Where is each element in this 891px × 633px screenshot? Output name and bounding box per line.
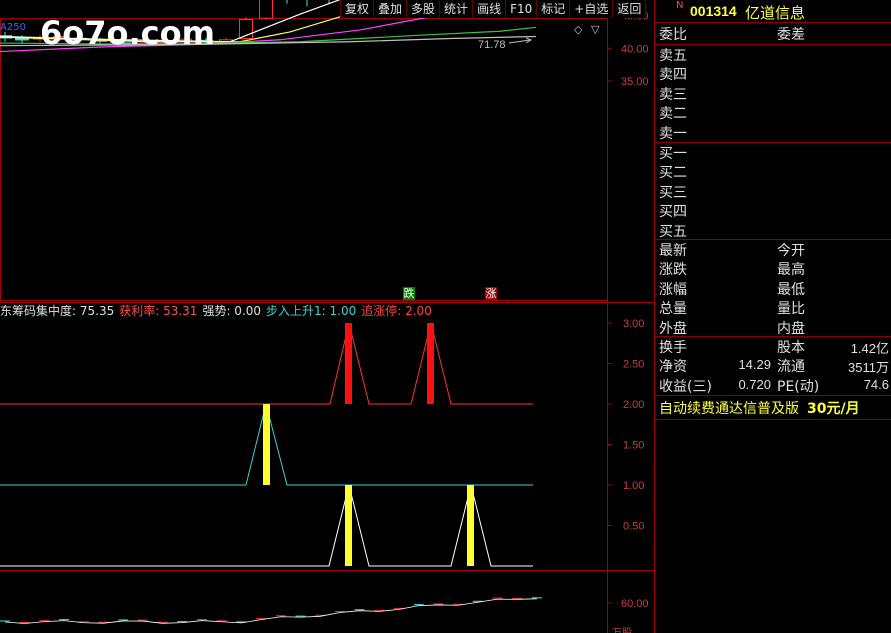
indicator-tick: 1.00 [623, 480, 644, 492]
strength-line [0, 484, 533, 567]
up-marker: 涨 [485, 287, 497, 300]
candle [259, 0, 273, 21]
toolbar-btn-8[interactable]: 返回 [612, 0, 647, 18]
indicator-axis: 3.00 2.50 2.00 1.50 1.00 0.50 [607, 318, 644, 533]
candle [286, 0, 288, 4]
buy-level: 买三 [659, 184, 687, 201]
quote-label: 今开 [777, 243, 805, 259]
toolbar-btn-7[interactable]: +自选 [569, 0, 614, 18]
buy-level: 买一 [659, 146, 687, 162]
buy-level: 买四 [659, 204, 687, 221]
indicator-tick: 0.50 [623, 521, 644, 533]
peak-price-label: 71.78 [478, 39, 506, 51]
ma-label: A250 [0, 22, 26, 33]
indicator-tick: 1.50 [623, 440, 644, 452]
finance-label: 流通 [777, 359, 805, 376]
order-diff-label: 委差 [777, 27, 805, 43]
indicator-item: 筹码集中度: 75.35 [12, 304, 115, 318]
finance-value: 1.42亿 [850, 341, 889, 356]
stock-name: 亿道信息 [745, 4, 806, 22]
sell-level: 卖五 [659, 48, 687, 64]
indicator-item: 步入上升1: 1.00 [266, 304, 357, 318]
sell-level: 卖一 [659, 125, 687, 142]
sell-level: 卖二 [659, 106, 687, 123]
volume-unit: 万股 [612, 624, 632, 633]
toolbar-btn-1[interactable]: 叠加 [373, 0, 408, 18]
finance-value: 74.6 [863, 376, 889, 392]
quote-label: 总量 [659, 301, 687, 318]
sell-level: 卖三 [659, 86, 687, 103]
sell-level: 卖四 [659, 67, 687, 84]
toolbar-btn-4[interactable]: 画线 [472, 0, 507, 18]
order-ratio-label: 委比 [659, 27, 687, 43]
toolbar-btn-2[interactable]: 多股 [406, 0, 441, 18]
indicator-item: 追涨停: 2.00 [361, 304, 432, 318]
quote-label: 内盘 [777, 320, 805, 337]
quote-label: 量比 [777, 301, 805, 318]
finance-label: 净资 [659, 359, 687, 376]
indicator-lines [0, 322, 533, 567]
quote-label: 最新 [659, 243, 687, 259]
toolbar-btn-5[interactable]: F10 [505, 0, 538, 18]
volume-axis: 60.00 [607, 598, 649, 610]
price-tick: 40.00 [621, 43, 649, 55]
dropdown-icon[interactable]: ▽ [591, 23, 600, 36]
uptrend-bar [263, 404, 270, 485]
mini-line [4, 598, 537, 624]
diamond-icon[interactable]: ◇ [574, 23, 583, 36]
new-flag: N [676, 0, 684, 11]
finance-value: 14.29 [738, 357, 771, 373]
finance-label: 换手 [659, 340, 687, 356]
promo-text[interactable]: 自动续费通达信普及版 30元/月 [659, 398, 860, 418]
strength-bar [345, 485, 352, 566]
quote-label: 涨跌 [659, 262, 687, 279]
price-panel-frame [0, 18, 608, 301]
indicator-tick: 3.00 [623, 318, 644, 330]
toolbar-btn-6[interactable]: 标记 [536, 0, 571, 18]
indicator-legend: 东筹码集中度: 75.35 获利率: 53.31 强势: 0.00 步入上升1: 1.… [0, 304, 432, 318]
quote-label: 最高 [777, 262, 805, 279]
indicator-tick: 2.50 [623, 359, 644, 371]
indicator-item: 强势: 0.00 [202, 304, 262, 318]
down-marker: 跌 [403, 287, 415, 300]
quote-label: 涨幅 [659, 281, 687, 298]
indicator-tick: 2.00 [623, 399, 644, 411]
quote-label: 最低 [777, 281, 805, 298]
limit-chase-bar [427, 323, 434, 404]
price-tick: 35.00 [621, 76, 649, 88]
toolbar: 复权 叠加 多股 统计 画线 F10 标记 +自选 返回 [340, 0, 647, 18]
buy-level: 买五 [659, 223, 687, 240]
strength-bar [467, 485, 474, 566]
finance-label: PE(动) [777, 378, 820, 395]
toolbar-btn-0[interactable]: 复权 [340, 0, 375, 18]
limit-chase-bar [345, 323, 352, 404]
finance-label: 股本 [777, 340, 805, 356]
stock-code: 001314 [690, 3, 737, 19]
toolbar-btn-3[interactable]: 统计 [439, 0, 474, 18]
quote-panel: N 001314 亿道信息 委比 委差 卖五卖四卖三卖二卖一 买一买二买三买四买… [655, 0, 891, 633]
indicator-item: 获利率: 53.31 [119, 304, 198, 318]
finance-value: 3511万 [848, 360, 889, 376]
volume-bars [0, 597, 542, 624]
watermark: 6o7o.com [40, 14, 215, 52]
quote-label: 外盘 [659, 320, 687, 337]
limit-chase-line [0, 322, 533, 405]
buy-level: 买二 [659, 165, 687, 182]
volume-tick: 60.00 [621, 598, 649, 610]
candle [306, 0, 308, 7]
finance-value: 0.720 [738, 376, 771, 392]
